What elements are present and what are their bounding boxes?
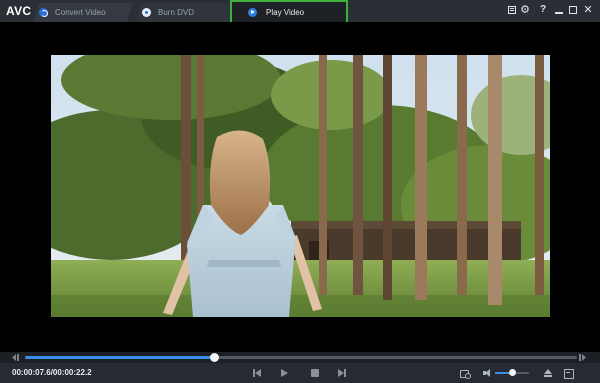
playback-controls: 00:00:07.6/00:00:22.2 (0, 363, 600, 383)
trim-end-icon[interactable] (578, 354, 586, 361)
play-icon[interactable] (279, 368, 289, 378)
timecode: 00:00:07.6/00:00:22.2 (12, 368, 92, 377)
maximize-button[interactable] (567, 4, 579, 16)
tab-label: Play Video (266, 8, 305, 17)
volume-thumb[interactable] (509, 369, 516, 376)
trim-start-icon[interactable] (12, 354, 20, 361)
play-circle-icon (248, 8, 257, 17)
seek-bar (0, 352, 600, 363)
minimize-icon (555, 12, 563, 14)
close-icon: ✕ (583, 4, 593, 16)
seek-thumb[interactable] (209, 353, 219, 362)
maximize-icon (569, 6, 577, 14)
eject-icon[interactable] (543, 368, 553, 378)
title-bar: AVC Convert Video Burn DVD Play Video ⚙ … (0, 0, 600, 25)
volume-icon[interactable] (483, 368, 493, 378)
minimize-button[interactable] (553, 4, 565, 16)
snapshot-icon[interactable] (460, 368, 471, 379)
previous-icon[interactable] (252, 368, 262, 378)
stop-icon[interactable] (310, 368, 320, 378)
convert-icon (39, 8, 48, 17)
close-button[interactable]: ✕ (582, 4, 594, 16)
volume-slider[interactable] (495, 369, 529, 376)
fullscreen-icon[interactable] (563, 368, 574, 379)
help-icon: ? (539, 4, 547, 15)
settings-button[interactable]: ⚙ (519, 4, 531, 16)
task-list-icon (508, 6, 516, 14)
tab-convert-video[interactable]: Convert Video (33, 3, 133, 22)
gear-icon: ⚙ (520, 4, 530, 16)
video-stage (0, 22, 600, 352)
video-scene-forest-girl (51, 55, 550, 317)
seek-progress (25, 356, 214, 359)
tab-burn-dvd[interactable]: Burn DVD (136, 3, 234, 22)
tab-label: Burn DVD (158, 8, 195, 17)
help-button[interactable]: ? (537, 4, 549, 16)
next-icon[interactable] (337, 368, 347, 378)
video-frame[interactable] (51, 55, 550, 317)
task-list-button[interactable] (506, 4, 518, 16)
tab-label: Convert Video (55, 8, 106, 17)
disc-icon (142, 8, 151, 17)
app-logo: AVC (6, 4, 32, 18)
seek-slider[interactable] (25, 353, 577, 362)
